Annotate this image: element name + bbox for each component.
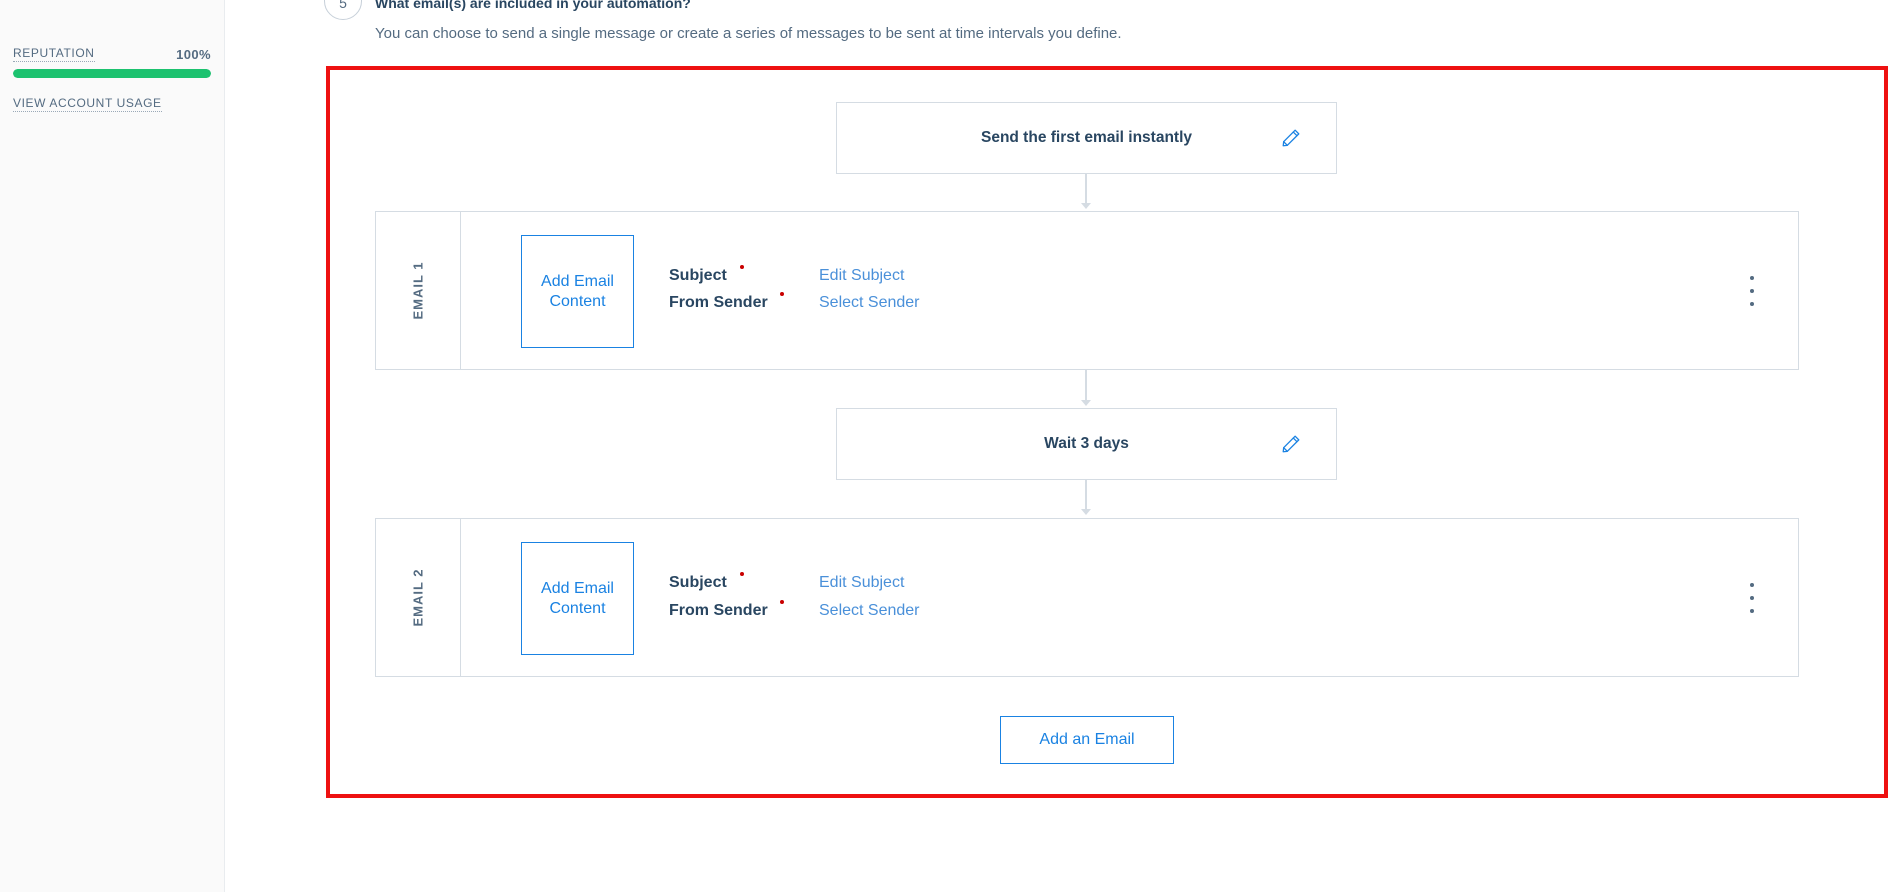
required-indicator: [740, 572, 744, 576]
required-indicator: [780, 292, 784, 296]
view-account-usage-link[interactable]: VIEW ACCOUNT USAGE: [13, 96, 162, 112]
app-root: REPUTATION 100% VIEW ACCOUNT USAGE 5 Wha…: [0, 0, 1898, 892]
edit-subject-link[interactable]: Edit Subject: [819, 574, 904, 592]
kebab-dot: [1750, 596, 1754, 600]
add-email-content-button[interactable]: Add Email Content: [521, 542, 634, 655]
step-title: What email(s) are included in your autom…: [375, 0, 691, 11]
subject-label: Subject: [669, 267, 727, 284]
wait-timing-text: Wait 3 days: [1044, 435, 1129, 452]
email-side-panel: EMAIL 1: [376, 212, 461, 369]
connector-arrow: [1081, 509, 1091, 515]
connector-line: [1085, 480, 1087, 509]
email-card-1: EMAIL 1 Add Email Content Subject Edit S…: [375, 211, 1799, 370]
email-side-panel: EMAIL 2: [376, 519, 461, 676]
from-sender-label: From Sender: [669, 294, 768, 311]
kebab-menu-icon[interactable]: [1748, 276, 1756, 306]
pencil-icon[interactable]: [1280, 433, 1302, 455]
select-sender-link[interactable]: Select Sender: [819, 294, 920, 312]
required-indicator: [780, 600, 784, 604]
subject-label: Subject: [669, 574, 727, 591]
kebab-dot: [1750, 583, 1754, 587]
sender-row: From Sender: [669, 600, 784, 620]
connector-arrow: [1081, 400, 1091, 406]
add-an-email-button[interactable]: Add an Email: [1000, 716, 1174, 764]
reputation-bar: [13, 69, 211, 78]
step-number-badge: 5: [324, 0, 362, 20]
pencil-icon[interactable]: [1280, 127, 1302, 149]
select-sender-link[interactable]: Select Sender: [819, 602, 920, 620]
from-sender-label: From Sender: [669, 602, 768, 619]
subject-row: Subject: [669, 265, 744, 285]
wait-timing-box: Wait 3 days: [836, 408, 1337, 480]
add-email-content-button[interactable]: Add Email Content: [521, 235, 634, 348]
edit-subject-link[interactable]: Edit Subject: [819, 267, 904, 285]
kebab-dot: [1750, 276, 1754, 280]
kebab-menu-icon[interactable]: [1748, 583, 1756, 613]
kebab-dot: [1750, 609, 1754, 613]
reputation-row: REPUTATION 100%: [13, 46, 211, 62]
connector-line: [1085, 174, 1087, 203]
sender-row: From Sender: [669, 292, 784, 312]
kebab-dot: [1750, 289, 1754, 293]
reputation-label: REPUTATION: [13, 46, 95, 62]
trigger-timing-box: Send the first email instantly: [836, 102, 1337, 174]
connector-arrow: [1081, 203, 1091, 209]
reputation-bar-fill: [13, 69, 211, 78]
required-indicator: [740, 265, 744, 269]
connector-line: [1085, 370, 1087, 400]
sidebar: REPUTATION 100% VIEW ACCOUNT USAGE: [0, 0, 225, 892]
kebab-dot: [1750, 302, 1754, 306]
email-label: EMAIL 2: [410, 568, 426, 627]
email-card-2: EMAIL 2 Add Email Content Subject Edit S…: [375, 518, 1799, 677]
step-description: You can choose to send a single message …: [375, 25, 1122, 42]
trigger-timing-text: Send the first email instantly: [980, 129, 1193, 146]
subject-row: Subject: [669, 572, 744, 592]
email-label: EMAIL 1: [410, 261, 426, 320]
reputation-value: 100%: [176, 47, 211, 62]
